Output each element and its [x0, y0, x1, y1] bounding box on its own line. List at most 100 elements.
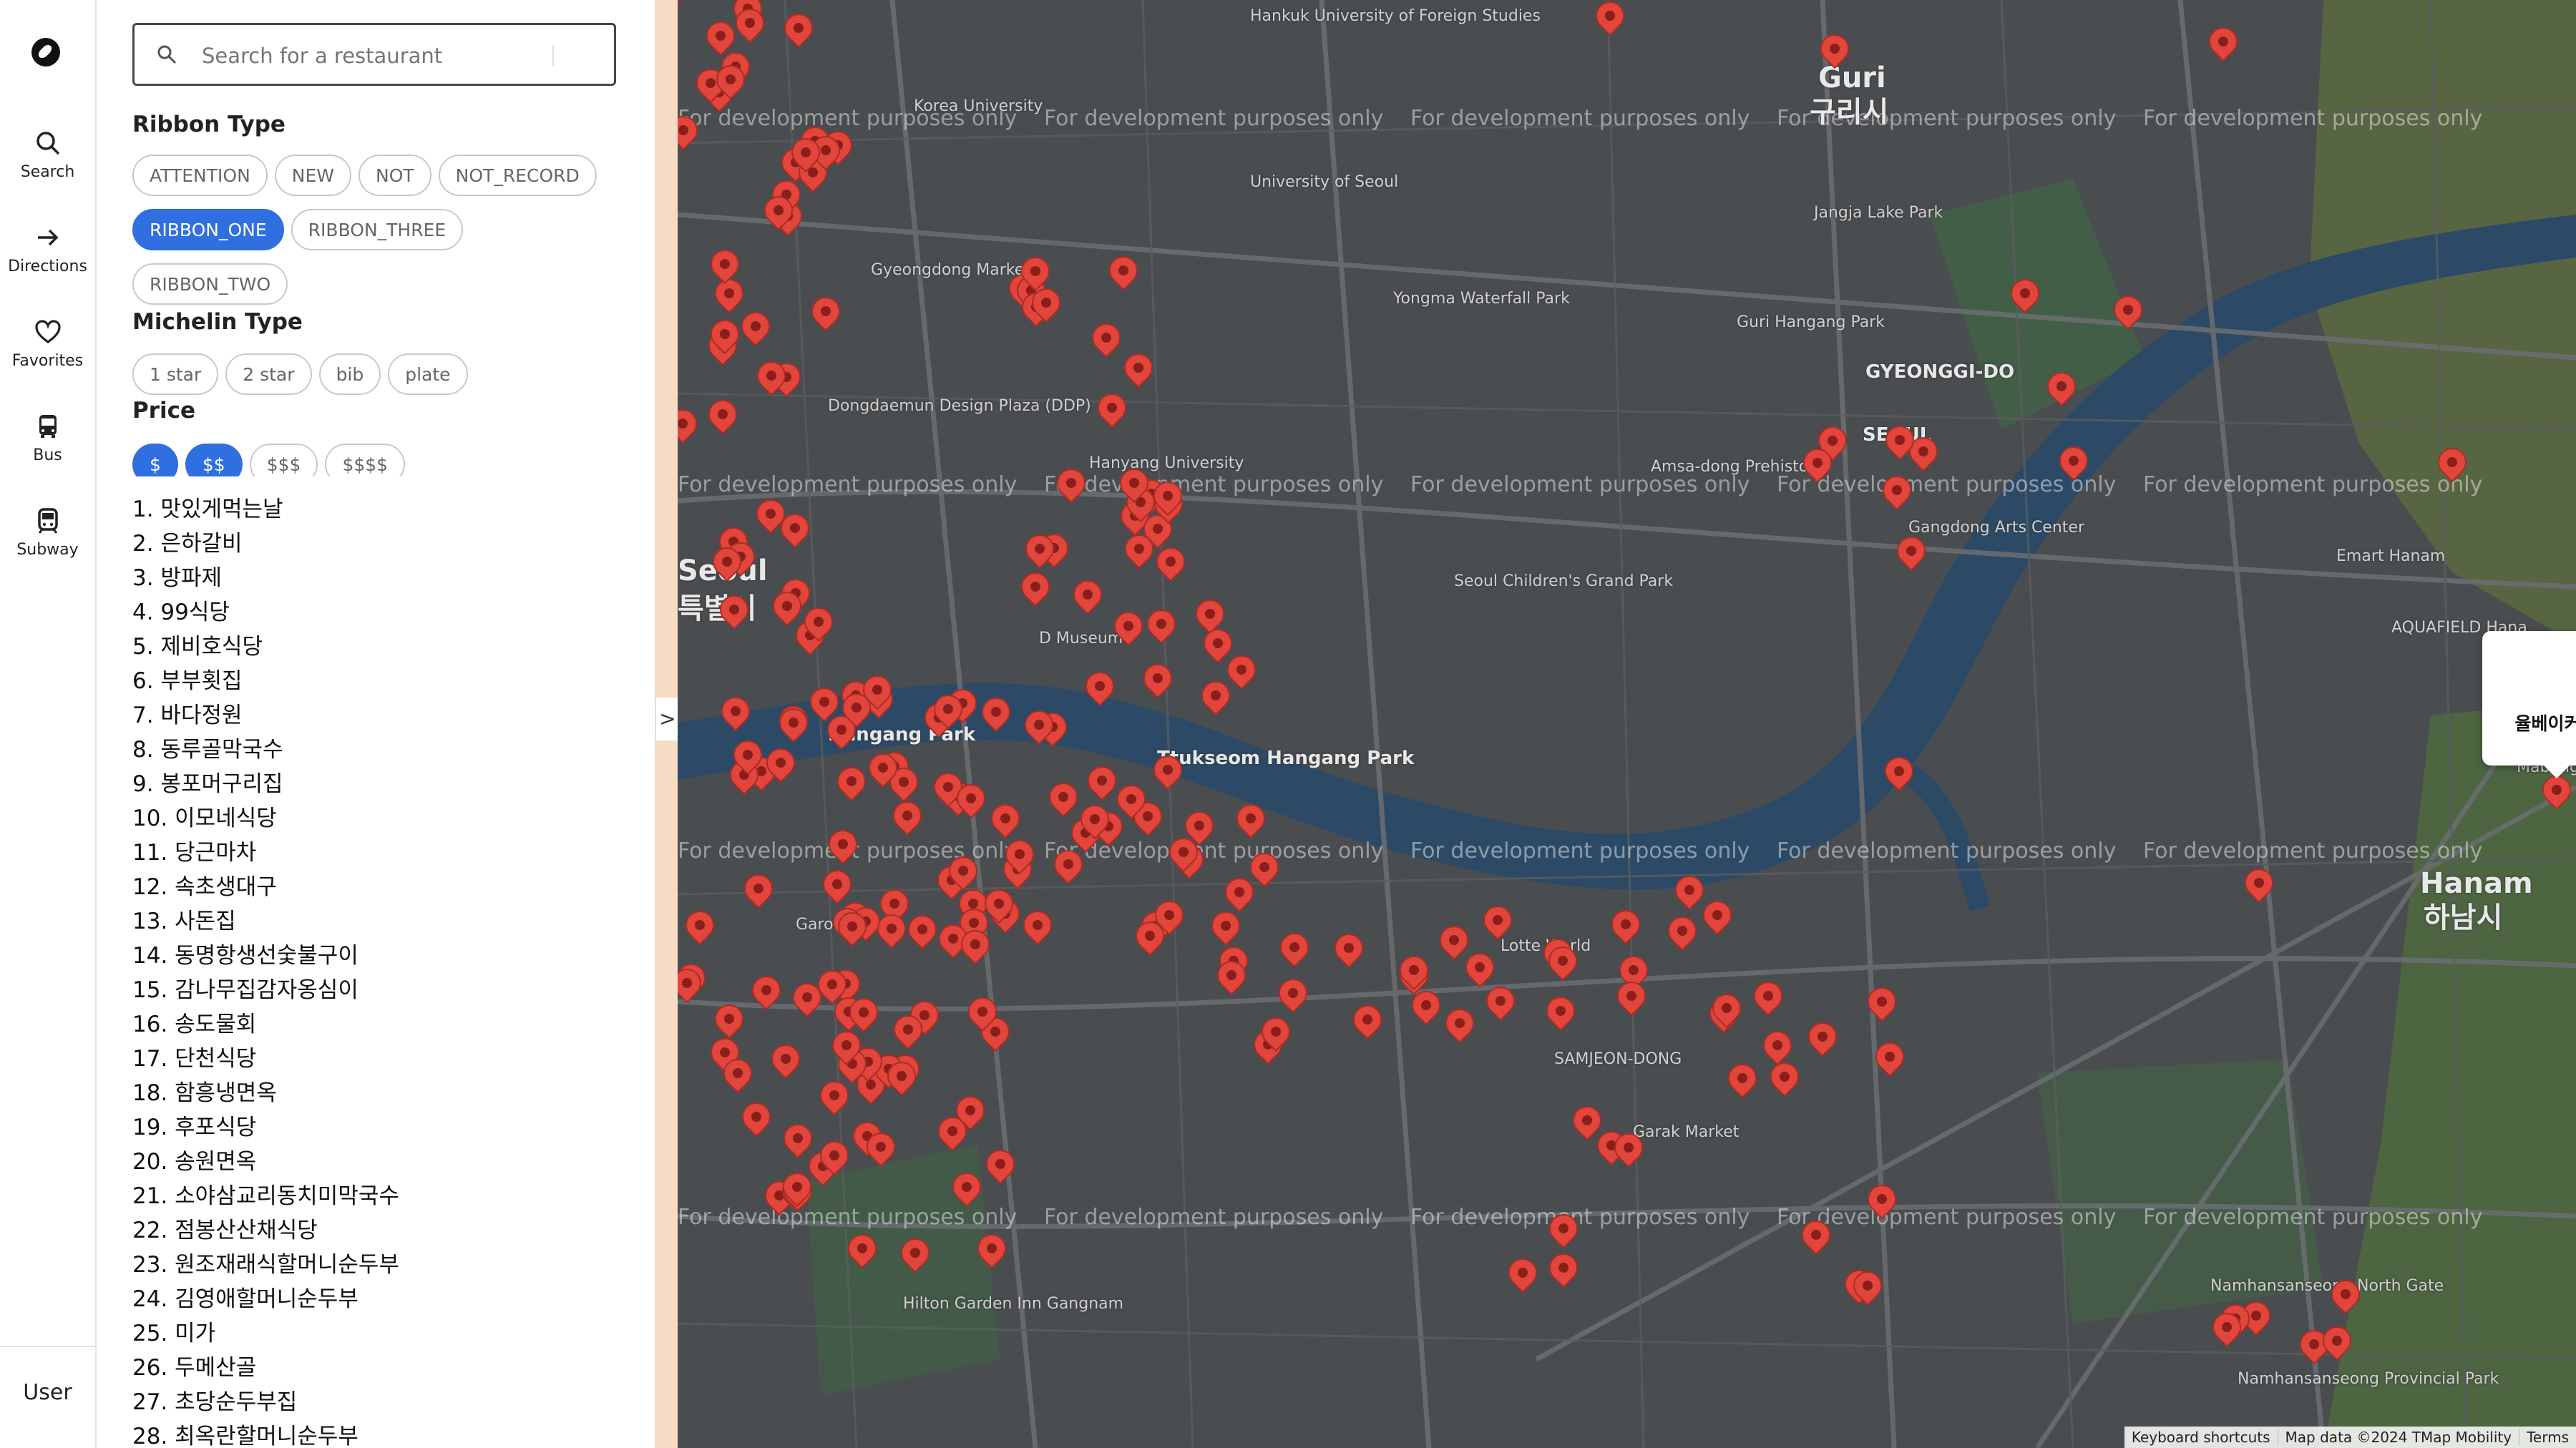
restaurant-marker[interactable]: [985, 1148, 1016, 1190]
chip-michelin-2-star[interactable]: 2 star: [225, 353, 312, 395]
restaurant-marker[interactable]: [1024, 533, 1055, 574]
restaurant-marker[interactable]: [709, 318, 741, 360]
restaurant-marker[interactable]: [819, 1080, 850, 1121]
restaurant-marker[interactable]: [1333, 932, 1365, 974]
restaurant-marker[interactable]: [1507, 1257, 1538, 1298]
chip-ribbon-two[interactable]: RIBBON_TWO: [132, 263, 288, 305]
restaurant-list-item[interactable]: 10. 이모네식당: [132, 801, 619, 836]
restaurant-marker[interactable]: [1022, 909, 1053, 951]
restaurant-marker[interactable]: [734, 7, 766, 49]
restaurant-list-item[interactable]: 24. 김영애할머니순두부: [132, 1282, 619, 1316]
restaurant-marker[interactable]: [732, 739, 763, 781]
restaurant-list-item[interactable]: 16. 송도물회: [132, 1007, 619, 1042]
selected-restaurant-marker[interactable]: [2541, 774, 2572, 816]
restaurant-marker[interactable]: [976, 1233, 1008, 1274]
chip-ribbon-new[interactable]: NEW: [274, 155, 352, 196]
restaurant-marker[interactable]: [1884, 424, 1916, 466]
restaurant-list-item[interactable]: 4. 99식당: [132, 595, 619, 630]
restaurant-marker[interactable]: [1594, 0, 1626, 41]
restaurant-marker[interactable]: [2058, 445, 2089, 486]
restaurant-marker[interactable]: [836, 911, 868, 952]
nav-item-search[interactable]: Search: [0, 127, 95, 181]
restaurant-marker[interactable]: [707, 398, 738, 440]
restaurant-marker[interactable]: [1610, 909, 1641, 950]
restaurant-marker[interactable]: [955, 1095, 986, 1136]
restaurant-marker[interactable]: [1802, 447, 1833, 489]
restaurant-marker[interactable]: [709, 248, 741, 290]
restaurant-list-item[interactable]: 28. 최옥란할머니순두부: [132, 1419, 619, 1448]
restaurant-marker[interactable]: [1116, 783, 1147, 825]
restaurant-marker[interactable]: [1548, 1213, 1579, 1254]
restaurant-marker[interactable]: [1123, 352, 1154, 393]
restaurant-list-item[interactable]: 27. 초당순두부집: [132, 1385, 619, 1419]
restaurant-marker[interactable]: [1398, 954, 1430, 996]
restaurant-marker[interactable]: [1548, 1252, 1579, 1293]
restaurant-marker[interactable]: [1866, 1183, 1898, 1225]
restaurant-marker[interactable]: [1004, 838, 1035, 880]
restaurant-list-item[interactable]: 20. 송원면옥: [132, 1145, 619, 1179]
chip-michelin-bib[interactable]: bib: [318, 353, 381, 395]
restaurant-marker[interactable]: [1866, 986, 1898, 1027]
restaurant-marker[interactable]: [1200, 680, 1231, 721]
restaurant-marker[interactable]: [1134, 920, 1166, 962]
restaurant-marker[interactable]: [1260, 1016, 1292, 1057]
restaurant-marker[interactable]: [720, 695, 751, 737]
restaurant-marker[interactable]: [1096, 392, 1128, 434]
restaurant-marker[interactable]: [1084, 670, 1116, 712]
restaurant-marker[interactable]: [1202, 627, 1234, 669]
restaurant-marker[interactable]: [2436, 446, 2468, 488]
restaurant-marker[interactable]: [1152, 754, 1184, 796]
restaurant-marker[interactable]: [947, 855, 979, 896]
chip-ribbon-attention[interactable]: ATTENTION: [132, 155, 268, 196]
restaurant-list-item[interactable]: 17. 단천식당: [132, 1042, 619, 1076]
restaurant-marker[interactable]: [1023, 709, 1055, 750]
restaurant-list-item[interactable]: 19. 후포식당: [132, 1110, 619, 1145]
map-canvas[interactable]: For development purposes only For develo…: [678, 0, 2576, 1448]
restaurant-marker[interactable]: [876, 913, 907, 954]
restaurant-list-item[interactable]: 11. 당근마차: [132, 836, 619, 870]
restaurant-marker[interactable]: [1674, 874, 1705, 916]
restaurant-marker[interactable]: [1444, 1007, 1475, 1049]
restaurant-marker[interactable]: [892, 1014, 924, 1055]
restaurant-marker[interactable]: [1155, 546, 1186, 587]
restaurant-marker[interactable]: [1079, 803, 1111, 845]
restaurant-marker[interactable]: [2046, 371, 2077, 412]
compass-logo-icon[interactable]: [31, 38, 60, 67]
restaurant-marker[interactable]: [1118, 467, 1150, 509]
restaurant-marker[interactable]: [1235, 803, 1267, 844]
nav-item-subway[interactable]: Subway: [0, 505, 95, 559]
restaurant-marker[interactable]: [1874, 1041, 1906, 1082]
restaurant-marker[interactable]: [932, 693, 964, 735]
restaurant-marker[interactable]: [781, 1171, 813, 1213]
restaurant-marker[interactable]: [1184, 810, 1215, 851]
restaurant-marker[interactable]: [1020, 571, 1051, 612]
restaurant-list-item[interactable]: 26. 두메산골: [132, 1351, 619, 1385]
restaurant-marker[interactable]: [967, 996, 998, 1037]
restaurant-list-item[interactable]: 3. 방파제: [132, 561, 619, 595]
restaurant-marker[interactable]: [678, 0, 680, 30]
search-input[interactable]: [200, 38, 575, 74]
restaurant-marker[interactable]: [1352, 1004, 1383, 1045]
restaurant-marker[interactable]: [1438, 924, 1470, 966]
restaurant-marker[interactable]: [2207, 26, 2239, 67]
restaurant-marker[interactable]: [740, 310, 771, 352]
chip-price-1[interactable]: $: [132, 444, 178, 476]
restaurant-marker[interactable]: [678, 967, 703, 1009]
restaurant-marker[interactable]: [960, 929, 991, 970]
restaurant-marker[interactable]: [715, 64, 746, 105]
restaurant-marker[interactable]: [1613, 1132, 1644, 1173]
restaurant-marker[interactable]: [783, 12, 814, 54]
restaurant-marker[interactable]: [980, 696, 1012, 738]
restaurant-list-item[interactable]: 5. 제비호식당: [132, 630, 619, 664]
restaurant-marker[interactable]: [1616, 980, 1647, 1022]
restaurant-marker[interactable]: [2330, 1278, 2361, 1320]
restaurant-marker[interactable]: [771, 590, 803, 632]
restaurant-marker[interactable]: [1152, 480, 1184, 522]
restaurant-marker[interactable]: [1146, 608, 1177, 650]
restaurant-marker[interactable]: [678, 408, 698, 449]
restaurant-list-item[interactable]: 9. 봉포머구리집: [132, 767, 619, 801]
restaurant-marker[interactable]: [827, 828, 859, 870]
restaurant-marker[interactable]: [1727, 1062, 1758, 1104]
restaurant-marker[interactable]: [743, 873, 774, 914]
restaurant-marker[interactable]: [1545, 995, 1576, 1037]
